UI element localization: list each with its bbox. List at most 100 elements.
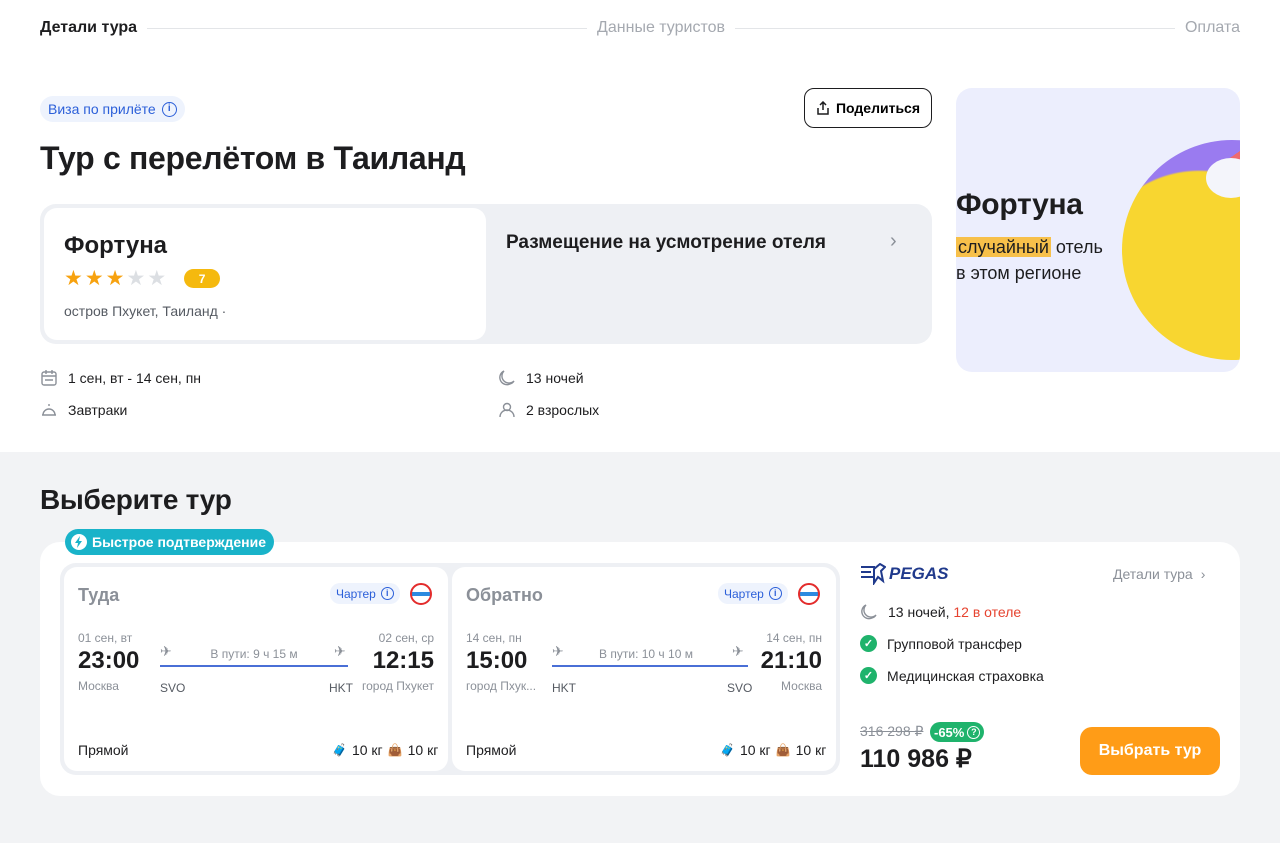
lightning-icon xyxy=(71,534,87,550)
info-icon[interactable]: i xyxy=(380,587,394,600)
info-icon[interactable]: i xyxy=(161,101,177,117)
hand-luggage-weight: 10 кг xyxy=(795,742,827,758)
share-button[interactable]: Поделиться xyxy=(804,88,932,128)
flight-type: Прямой xyxy=(78,742,129,758)
departure-airport-code: HKT xyxy=(552,681,576,695)
current-price: 110 986 ₽ xyxy=(860,745,972,773)
hotel-name: Фортуна xyxy=(64,232,168,259)
star-icon: ★ xyxy=(64,267,83,290)
step-divider xyxy=(735,27,1175,29)
check-icon: ✓ xyxy=(860,667,877,684)
flight-outbound[interactable]: Туда Чартер i 01 сен, вт 23:00 Москва ✈ … xyxy=(64,567,448,771)
arrival-airport-code: HKT xyxy=(329,681,353,695)
meta-meals-text: Завтраки xyxy=(68,402,128,418)
flight-type: Прямой xyxy=(466,742,517,758)
arrival-city: город Пхукет xyxy=(362,679,434,693)
charter-badge[interactable]: Чартер i xyxy=(718,583,788,604)
promo-banner[interactable]: Фортуна случайный отель в этом регионе xyxy=(956,88,1240,372)
operator-logo: PEGAS xyxy=(860,562,949,586)
departure-city: город Пхук... xyxy=(466,679,537,693)
feature-label: Групповой трансфер xyxy=(887,635,1022,652)
meta-nights: 13 ночей xyxy=(498,369,584,387)
hotel-card[interactable]: Фортуна ★ ★ ★ ★ ★ 7 остров Пхукет, Таила… xyxy=(44,208,486,340)
step-tour-details[interactable]: Детали тура xyxy=(40,19,137,37)
departure-date: 01 сен, вт xyxy=(78,631,133,645)
hotel-stars: ★ ★ ★ ★ ★ 7 xyxy=(64,268,466,289)
charter-badge[interactable]: Чартер i xyxy=(330,583,400,604)
fast-confirm-label: Быстрое подтверждение xyxy=(92,534,267,550)
flight-direction: Туда xyxy=(78,585,120,605)
feature-label: Медицинская страховка xyxy=(887,667,1044,684)
arrival-airport-code: SVO xyxy=(727,681,753,695)
info-icon[interactable]: i xyxy=(768,587,782,600)
landing-icon: ✈ xyxy=(732,643,744,659)
arrival-city: Москва xyxy=(781,679,822,693)
promo-line1: отель xyxy=(1050,237,1103,257)
hand-luggage-weight: 10 кг xyxy=(407,742,439,758)
flight-inbound[interactable]: Обратно Чартер i 14 сен, пн 15:00 город … xyxy=(452,567,836,771)
promo-title: Фортуна xyxy=(956,188,1083,221)
flight-duration: В пути: 9 ч 15 м xyxy=(210,647,298,661)
rating-badge: 7 xyxy=(184,269,221,288)
charter-label: Чартер xyxy=(724,586,764,601)
promo-highlight: случайный xyxy=(956,237,1051,257)
checkout-stepper: Детали тура Данные туристов Оплата xyxy=(40,18,1240,38)
tour-details-link[interactable]: Детали тура › xyxy=(1113,566,1205,582)
share-icon xyxy=(817,101,829,115)
old-price: 316 298 ₽ xyxy=(860,723,924,739)
departure-time: 23:00 xyxy=(78,647,140,674)
room-option[interactable]: Размещение на усмотрение отеля xyxy=(506,232,826,254)
arrival-date: 02 сен, ср xyxy=(378,631,434,645)
star-icon: ★ xyxy=(147,267,167,290)
meta-guests: 2 взрослых xyxy=(498,401,599,419)
route-line xyxy=(160,665,348,667)
step-divider xyxy=(147,27,588,29)
luggage-weight: 10 кг xyxy=(351,742,383,758)
pegasus-icon xyxy=(861,563,886,585)
meta-guests-text: 2 взрослых xyxy=(526,402,600,418)
chevron-right-icon: › xyxy=(1200,566,1206,582)
takeoff-icon: ✈ xyxy=(160,643,172,659)
star-icon: ★ xyxy=(126,267,146,290)
star-icon: ★ xyxy=(105,267,125,290)
star-icon: ★ xyxy=(84,267,104,290)
landing-icon: ✈ xyxy=(334,643,346,659)
calendar-icon xyxy=(41,370,57,386)
question-icon: ? xyxy=(967,725,981,739)
suitcase-icon: 🧳 xyxy=(332,743,347,757)
visa-badge[interactable]: Виза по прилёте i xyxy=(40,96,185,122)
feature-hotel-nights: 12 в отеле xyxy=(953,604,1022,620)
departure-date: 14 сен, пн xyxy=(466,631,522,645)
check-icon: ✓ xyxy=(860,635,877,652)
chevron-right-icon[interactable]: › xyxy=(890,230,897,253)
baggage-info: 🧳 10 кг 👜 10 кг xyxy=(332,742,438,758)
arrival-time: 12:15 xyxy=(372,647,434,674)
meta-dates: 1 сен, вт - 14 сен, пн xyxy=(40,369,201,387)
route-line xyxy=(552,665,748,667)
baggage-info: 🧳 10 кг 👜 10 кг xyxy=(720,742,826,758)
share-button-label: Поделиться xyxy=(835,100,921,116)
charter-label: Чартер xyxy=(336,586,376,601)
luggage-weight: 10 кг xyxy=(739,742,771,758)
visa-badge-label: Виза по прилёте xyxy=(48,101,156,117)
discount-badge[interactable]: -65% ? xyxy=(930,722,985,742)
hand-bag-icon: 👜 xyxy=(387,743,403,757)
feature-insurance: ✓ Медицинская страховка xyxy=(860,667,1044,684)
step-payment[interactable]: Оплата xyxy=(1185,19,1240,37)
meta-dates-text: 1 сен, вт - 14 сен, пн xyxy=(68,370,202,386)
hand-bag-icon: 👜 xyxy=(775,743,791,757)
departure-time: 15:00 xyxy=(466,647,528,674)
choose-tour-button[interactable]: Выбрать тур xyxy=(1080,727,1220,775)
step-tourists-data[interactable]: Данные туристов xyxy=(597,19,725,37)
airline-logo-icon xyxy=(410,583,432,605)
moon-icon xyxy=(499,370,515,386)
promo-subtitle: случайный отель в этом регионе xyxy=(956,234,1103,286)
tour-details-label: Детали тура xyxy=(1113,566,1193,582)
moon-icon xyxy=(861,604,877,620)
feature-nights: 13 ночей, 12 в отеле xyxy=(860,603,1021,621)
food-cloche-icon xyxy=(42,404,56,416)
suitcase-icon: 🧳 xyxy=(720,743,735,757)
airline-logo-icon xyxy=(798,583,820,605)
fast-confirm-badge: Быстрое подтверждение xyxy=(65,529,275,555)
meta-meals: Завтраки xyxy=(40,401,127,419)
